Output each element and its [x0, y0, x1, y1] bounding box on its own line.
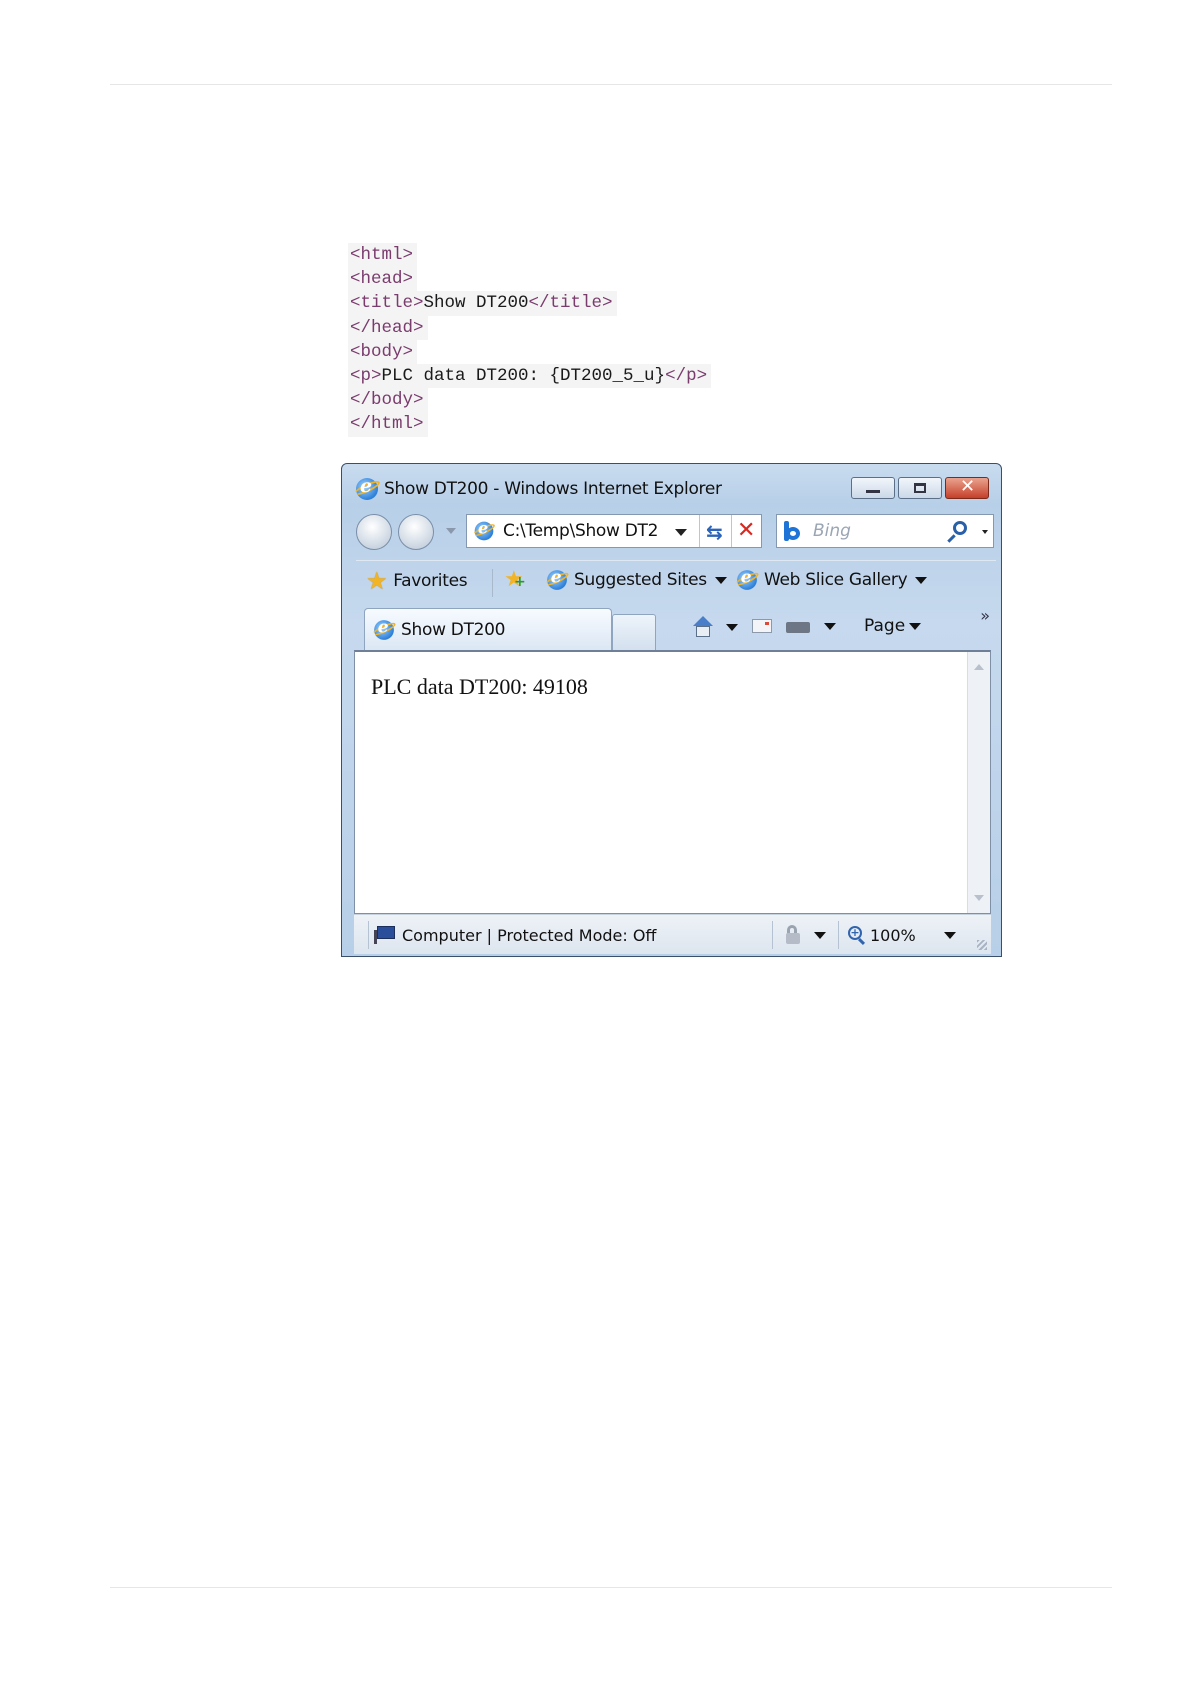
refresh-icon[interactable]: ⇆: [706, 520, 723, 544]
code-line: <head>: [348, 267, 418, 292]
chevron-down-icon[interactable]: [824, 622, 836, 630]
print-button[interactable]: [786, 616, 836, 636]
maximize-button[interactable]: [898, 477, 942, 499]
address-separator: [699, 515, 700, 547]
status-separator: [838, 921, 839, 949]
feeds-button[interactable]: [752, 619, 772, 633]
home-button[interactable]: [692, 616, 738, 638]
close-button[interactable]: ✕: [945, 476, 989, 499]
address-bar[interactable]: C:\Temp\Show DT2 ⇆ ✕: [466, 514, 762, 548]
search-box[interactable]: Bing: [776, 514, 994, 548]
vertical-scrollbar[interactable]: [967, 652, 990, 913]
page-text: PLC data DT200: 49108: [371, 674, 588, 699]
back-button[interactable]: [356, 514, 392, 550]
tab-show-dt200[interactable]: Show DT200: [364, 608, 612, 650]
internet-explorer-icon: [356, 475, 378, 500]
chevron-down-icon[interactable]: [726, 623, 738, 631]
web-slice-gallery-icon: [737, 567, 757, 590]
chevron-down-icon: [814, 931, 826, 939]
page-menu-button[interactable]: Page: [864, 616, 922, 636]
toolbar-overflow-icon[interactable]: »: [980, 606, 990, 625]
home-icon: [692, 616, 714, 638]
search-placeholder[interactable]: Bing: [813, 521, 851, 541]
title-bar: Show DT200 - Windows Internet Explorer: [356, 475, 722, 500]
code-line: </body>: [348, 388, 428, 413]
chevron-down-icon: [909, 622, 922, 630]
scroll-down-icon[interactable]: [974, 895, 984, 901]
navigation-bar: C:\Temp\Show DT2 ⇆ ✕ Bing: [356, 512, 996, 550]
close-icon: ✕: [960, 476, 976, 497]
code-line: <body>: [348, 339, 418, 365]
status-separator: [368, 921, 369, 949]
minimize-button[interactable]: [851, 477, 895, 499]
scroll-up-icon[interactable]: [974, 664, 984, 670]
stop-icon[interactable]: ✕: [737, 518, 755, 543]
security-zone[interactable]: Computer | Protected Mode: Off: [374, 915, 656, 955]
tab-title: Show DT200: [401, 619, 506, 640]
bing-logo-icon: [783, 521, 807, 541]
window-title: Show DT200 - Windows Internet Explorer: [384, 479, 722, 499]
computer-icon: [374, 926, 396, 944]
new-tab-button[interactable]: [612, 614, 656, 650]
suggested-sites-link[interactable]: Suggested Sites: [546, 567, 727, 591]
protected-mode-button[interactable]: [784, 915, 826, 955]
code-line: </head>: [348, 315, 428, 340]
favorites-star-icon: ★: [366, 567, 388, 595]
favorites-button[interactable]: ★ Favorites: [366, 567, 468, 595]
feeds-icon: [752, 619, 772, 633]
suggested-sites-label: Suggested Sites: [574, 570, 707, 590]
search-icon[interactable]: [953, 521, 967, 535]
minimize-icon: [866, 490, 880, 493]
window-controls: ✕: [851, 476, 989, 499]
code-line: <p>PLC data DT200: {DT200_5_u}</p>: [348, 364, 712, 389]
zoom-button[interactable]: 100%: [848, 915, 916, 955]
favorites-bar: ★ Favorites ★ Suggested Sites Web Slice …: [356, 560, 996, 601]
page-menu-label: Page: [864, 616, 906, 636]
code-line: <title>Show DT200</title>: [348, 291, 617, 316]
address-separator: [731, 515, 732, 547]
status-separator: [772, 921, 773, 949]
chevron-down-icon: [714, 576, 727, 584]
forward-button[interactable]: [398, 514, 434, 550]
web-slice-gallery-label: Web Slice Gallery: [764, 570, 908, 590]
code-line: <html>: [348, 243, 418, 268]
web-slice-gallery-link[interactable]: Web Slice Gallery: [736, 567, 928, 591]
address-dropdown-icon[interactable]: [675, 529, 687, 536]
page-content-area: PLC data DT200: 49108: [354, 650, 991, 914]
maximize-icon: [914, 483, 926, 493]
zoom-dropdown[interactable]: [936, 915, 956, 955]
add-to-favorites-button[interactable]: ★: [504, 569, 526, 591]
address-input[interactable]: C:\Temp\Show DT2: [503, 521, 663, 541]
tab-row: Show DT200 Page »: [356, 604, 996, 650]
tab-page-icon: [374, 617, 394, 640]
resize-grip-icon[interactable]: [977, 940, 987, 950]
code-line: </html>: [348, 412, 428, 437]
status-bar: Computer | Protected Mode: Off 100%: [354, 914, 991, 954]
lock-icon: [784, 925, 804, 945]
recent-pages-dropdown[interactable]: [446, 528, 456, 534]
zoom-icon: [848, 926, 866, 944]
html-code-listing: <html> <head> <title>Show DT200</title> …: [348, 243, 712, 437]
zoom-level: 100%: [870, 925, 916, 945]
suggested-sites-icon: [547, 567, 567, 590]
search-options-icon[interactable]: [982, 530, 988, 534]
favorites-label: Favorites: [393, 571, 468, 591]
printer-icon: [786, 616, 810, 636]
favorites-separator: [492, 569, 493, 597]
footer-rule: [110, 1587, 1112, 1588]
ie-browser-window: Show DT200 - Windows Internet Explorer ✕…: [341, 463, 1002, 957]
zone-text: Computer | Protected Mode: Off: [402, 925, 657, 945]
header-rule: [110, 84, 1112, 85]
chevron-down-icon: [915, 576, 928, 584]
add-favorite-icon: ★: [504, 569, 526, 591]
page-icon: [474, 519, 494, 541]
chevron-down-icon: [944, 931, 956, 939]
